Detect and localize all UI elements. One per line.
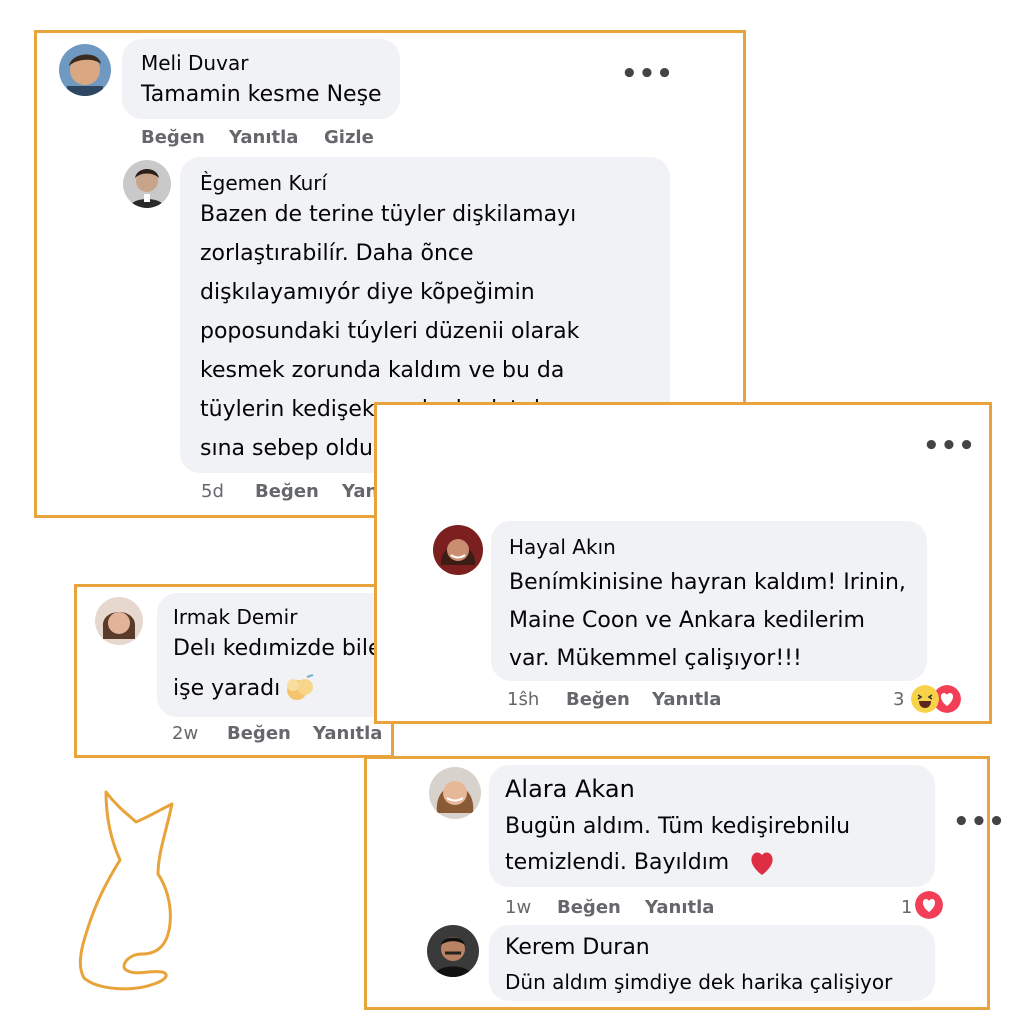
- avatar[interactable]: [433, 525, 483, 575]
- reaction-count[interactable]: 1: [901, 897, 912, 918]
- timestamp[interactable]: 1w: [505, 897, 531, 918]
- heart-emoji-icon: [751, 852, 773, 875]
- comment-line: poposundaki túyleri düzenii olarak: [200, 319, 580, 344]
- reply-button[interactable]: Yanıtla: [313, 723, 382, 744]
- more-options-icon[interactable]: •••: [953, 809, 1006, 835]
- timestamp[interactable]: 1ŝh: [507, 689, 539, 710]
- comment-thread-panel: Alara Akan Bugün aldım. Tüm kedişirebnil…: [364, 756, 1005, 1010]
- commenter-name[interactable]: Kerem Duran: [505, 935, 650, 960]
- more-options-icon[interactable]: •••: [621, 61, 674, 87]
- comment-line: zorlaştırabilír. Daha õnce: [200, 241, 474, 266]
- reaction-count[interactable]: 3: [893, 689, 904, 710]
- hide-button[interactable]: Gizle: [324, 127, 374, 148]
- love-reaction-icon[interactable]: [915, 891, 943, 919]
- comment-line: Benímkinisine hayran kaldım! Irinin,: [509, 570, 906, 595]
- commenter-name[interactable]: Hayal Akın: [509, 535, 616, 559]
- comment-line: kesmek zorunda kaldım ve bu da: [200, 358, 565, 383]
- timestamp[interactable]: 2w: [172, 723, 198, 744]
- avatar[interactable]: [59, 44, 111, 96]
- comment-panel: ••• Hayal Akın Benímkinisine hayran kald…: [374, 402, 992, 724]
- comment-line: dişkılayamıyór diye kõpeğimin: [200, 280, 535, 305]
- comment-line: sına sebep oldu...: [200, 436, 394, 461]
- comment-line: Maine Coon ve Ankara kedilerim: [509, 608, 865, 633]
- timestamp[interactable]: 5d: [201, 481, 224, 502]
- comment-line: işe yaradı: [173, 676, 281, 701]
- avatar[interactable]: [429, 767, 481, 819]
- like-button[interactable]: Beğen: [557, 897, 621, 918]
- reply-button[interactable]: Yanıtla: [229, 127, 298, 148]
- like-button[interactable]: Beğen: [227, 723, 291, 744]
- comment-text: Tamamin kesme Neşe: [141, 82, 382, 107]
- more-options-icon[interactable]: •••: [923, 433, 976, 459]
- reply-button[interactable]: Yanıtla: [652, 689, 721, 710]
- cat-outline-icon: [78, 790, 174, 991]
- reply-button[interactable]: Yanıtla: [645, 897, 714, 918]
- commenter-name[interactable]: Irmak Demir: [173, 605, 297, 629]
- like-button[interactable]: Beğen: [566, 689, 630, 710]
- comment-line: Bugün aldım. Tüm kedişirebnilu: [505, 814, 851, 839]
- comment-text: Dün aldım şimdiye dek harika çalişiyor: [505, 970, 893, 994]
- commenter-name[interactable]: Meli̇ Duvar: [141, 51, 248, 75]
- pompom-emoji-icon: [287, 674, 314, 700]
- comment-line: var. Mükemmel çalişıyor!!!: [509, 646, 802, 671]
- avatar[interactable]: [427, 925, 479, 977]
- comment-panel: Irmak Demir Delı kedımizde bile işe yara…: [74, 584, 397, 758]
- avatar[interactable]: [123, 160, 171, 208]
- commenter-name[interactable]: Alara Akan: [505, 775, 635, 803]
- comment-line: Delı kedımizde bile: [173, 636, 382, 661]
- avatar[interactable]: [95, 597, 143, 645]
- commenter-name[interactable]: Ègemen Kurí: [200, 171, 327, 195]
- comment-line: temizlendi. Bayıldım: [505, 850, 730, 875]
- like-button[interactable]: Beğen: [255, 481, 319, 502]
- like-button[interactable]: Beğen: [141, 127, 205, 148]
- comment-line: Bazen de terine tüyler dişkilamayı: [200, 202, 577, 227]
- haha-reaction-icon[interactable]: [911, 685, 939, 713]
